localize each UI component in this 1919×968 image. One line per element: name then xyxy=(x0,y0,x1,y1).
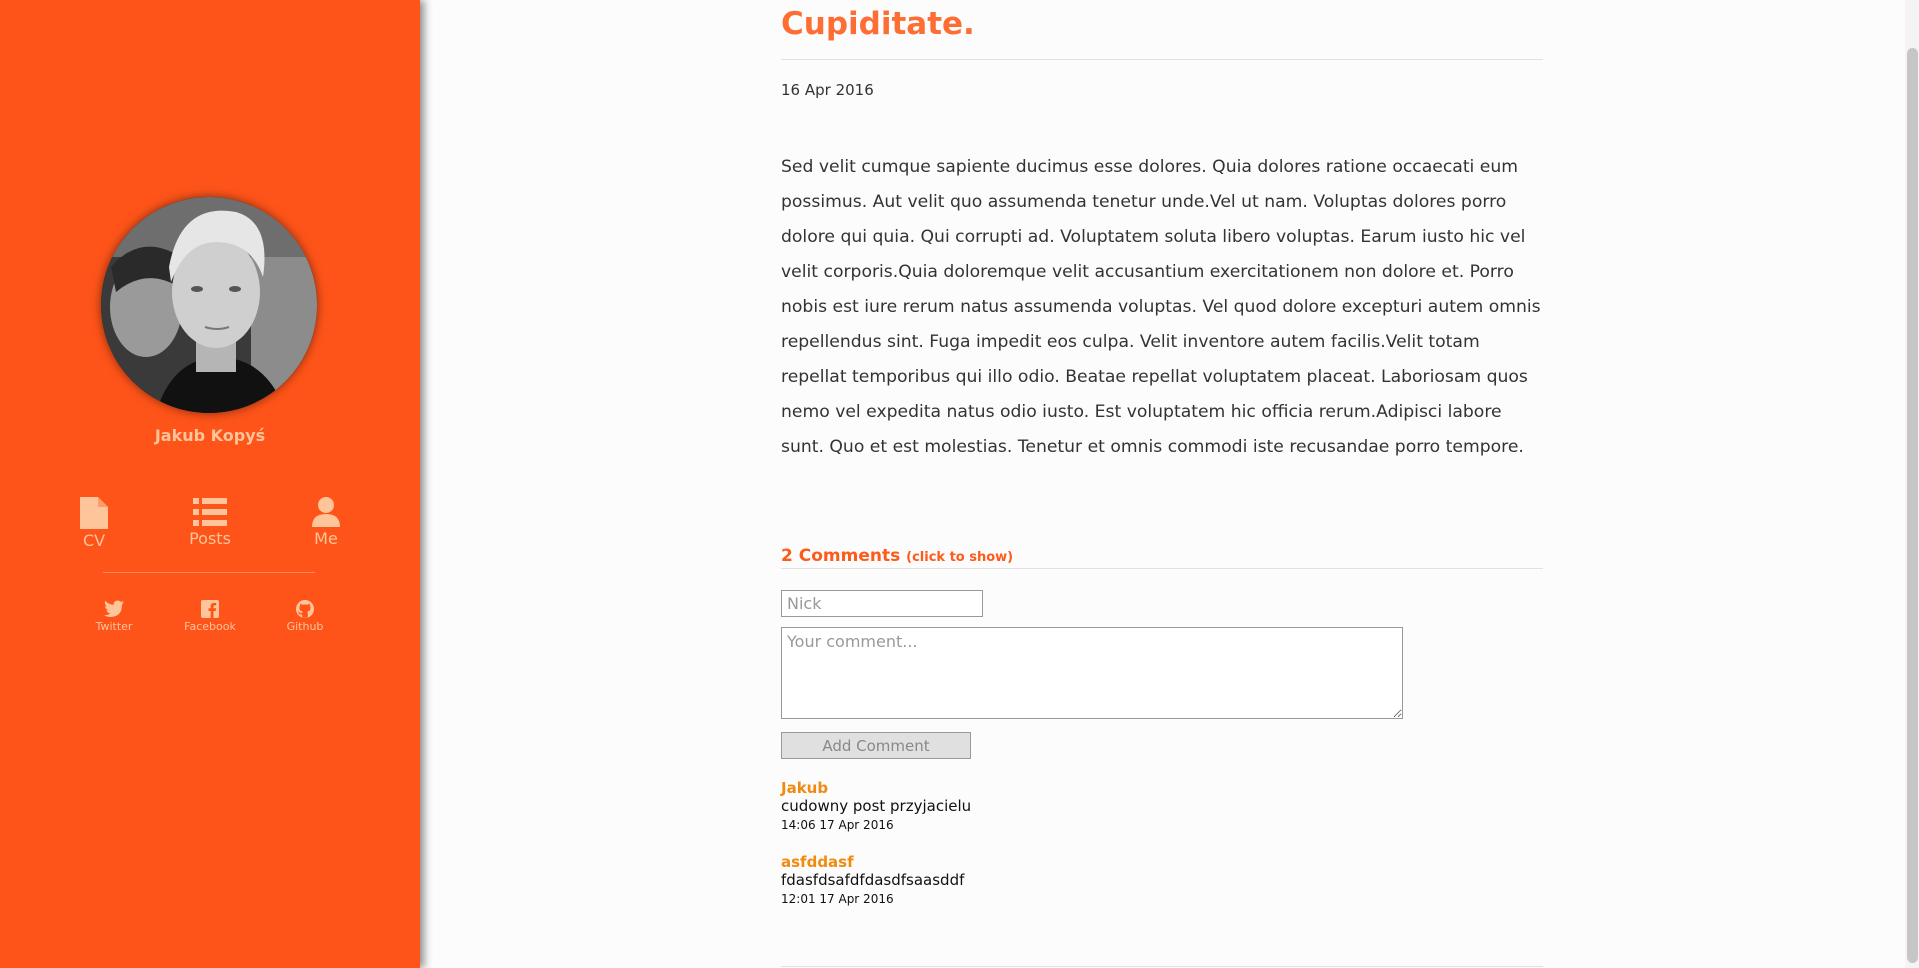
social-twitter[interactable]: Twitter xyxy=(69,600,159,633)
nav-cv-label: CV xyxy=(82,531,106,550)
comments-toggle-hint: (click to show) xyxy=(906,550,1014,565)
nav-me[interactable]: Me xyxy=(281,497,371,548)
nav-me-label: Me xyxy=(314,529,338,548)
add-comment-button[interactable]: Add Comment xyxy=(781,732,971,759)
profile-photo xyxy=(101,197,317,413)
comment-item: Jakub cudowny post przyjacielu 14:06 17 … xyxy=(781,779,971,834)
post-title: Cupiditate. xyxy=(781,6,975,42)
facebook-icon xyxy=(201,600,219,618)
sidebar-divider xyxy=(103,572,315,573)
list-icon xyxy=(193,498,227,526)
post-body: Sed velit cumque sapiente ducimus esse d… xyxy=(781,157,1541,457)
social-twitter-label: Twitter xyxy=(95,620,133,633)
comments-count: 2 Comments xyxy=(781,546,901,566)
social-github[interactable]: Github xyxy=(260,600,350,633)
comment-time: 12:01 17 Apr 2016 xyxy=(781,892,894,906)
file-icon xyxy=(80,497,108,529)
comment-author: Jakub xyxy=(781,779,829,797)
scrollbar-thumb[interactable] xyxy=(1907,48,1918,963)
comment-textarea[interactable] xyxy=(781,627,1403,719)
social-facebook-label: Facebook xyxy=(184,620,236,633)
nick-input[interactable] xyxy=(781,590,983,617)
comment-text: fdasfdsafdfdasdfsaasddf xyxy=(781,871,965,889)
nav-posts[interactable]: Posts xyxy=(165,497,255,548)
twitter-icon xyxy=(104,600,124,617)
comment-author: asfddasf xyxy=(781,853,854,871)
title-rule xyxy=(781,59,1543,60)
footer-rule xyxy=(781,966,1543,967)
nav-cv[interactable]: CV xyxy=(49,497,139,550)
comment-text: cudowny post przyjacielu xyxy=(781,797,972,815)
avatar xyxy=(101,197,317,413)
author-name: Jakub Kopyś xyxy=(154,426,266,445)
social-facebook[interactable]: Facebook xyxy=(165,600,255,633)
comments-toggle[interactable]: 2 Comments (click to show) xyxy=(781,546,1013,566)
comments-rule xyxy=(781,568,1543,569)
comment-time: 14:06 17 Apr 2016 xyxy=(781,818,894,832)
social-github-label: Github xyxy=(286,620,324,633)
user-icon xyxy=(312,497,340,527)
github-icon xyxy=(296,600,314,618)
comment-item: asfddasf fdasfdsafdfdasdfsaasddf 12:01 1… xyxy=(781,853,964,908)
post-date: 16 Apr 2016 xyxy=(781,81,874,99)
nav-posts-label: Posts xyxy=(189,529,231,548)
sidebar: Jakub Kopyś CV Posts Me Twitter Facebook… xyxy=(0,0,420,968)
